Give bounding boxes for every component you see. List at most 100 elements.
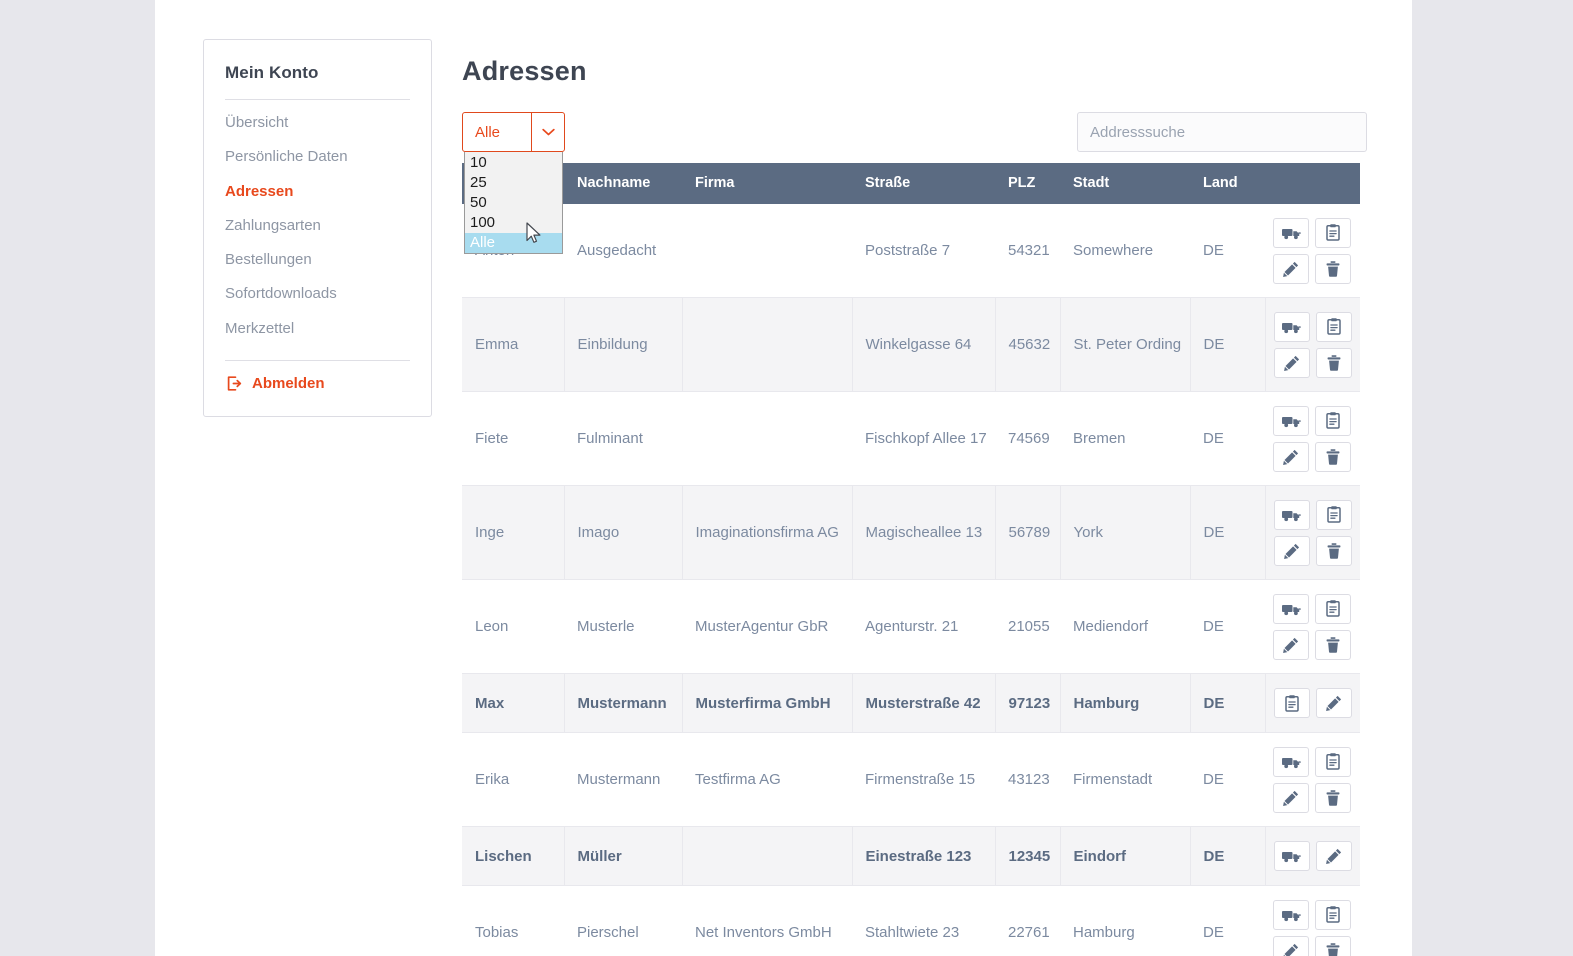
truck-button[interactable] [1273,593,1309,624]
clipboard-icon [1326,224,1340,241]
cell-plz: 22761 [995,885,1060,956]
per-page-option-10[interactable]: 10 [465,153,562,173]
cell-plz: 12345 [994,826,1060,886]
trash-button[interactable] [1315,253,1351,284]
sidebar-item-pers-nliche-daten[interactable]: Persönliche Daten [225,140,410,174]
row-action-buttons [1273,217,1351,284]
cell-nachname: Mustermann [563,673,682,733]
sidebar-item-zahlungsarten[interactable]: Zahlungsarten [225,209,410,243]
cell-strasse: Firmenstraße 15 [852,732,995,827]
cell-plz: 45632 [994,297,1060,392]
pencil-button[interactable] [1273,253,1309,284]
clipboard-icon [1326,318,1341,335]
row-action-buttons [1273,593,1351,660]
truck-button[interactable] [1273,405,1309,436]
cell-nachname: Einbildung [563,297,682,392]
trash-icon [1326,448,1340,465]
clipboard-button[interactable] [1315,217,1351,248]
truck-button[interactable] [1273,746,1309,777]
cell-vorname: Fiete [462,391,564,486]
sidebar-nav: Übersicht Persönliche Daten Adressen Zahlun… [225,106,410,346]
truck-icon [1281,908,1301,922]
main-content: Adressen Alle 10 25 50 100 Alle Addresss… [462,0,1367,956]
per-page-option-100[interactable]: 100 [465,213,562,233]
per-page-option-alle[interactable]: Alle [465,233,562,253]
per-page-select[interactable]: Alle [462,112,565,152]
page-canvas: Mein Konto Übersicht Persönliche Daten Adr… [0,0,1573,956]
truck-button[interactable] [1273,899,1309,930]
sidebar-item-merkzettel[interactable]: Merkzettel [225,312,410,346]
cell-strasse: Musterstraße 42 [851,673,995,733]
per-page-option-50[interactable]: 50 [465,193,562,213]
trash-button[interactable] [1315,347,1352,378]
clipboard-button[interactable] [1315,311,1352,342]
cell-nachname: Müller [563,826,682,886]
trash-icon [1327,354,1341,371]
trash-button[interactable] [1315,782,1351,813]
column-header-land: Land [1190,163,1265,204]
clipboard-icon [1326,412,1340,429]
cell-actions [1264,485,1360,580]
sidebar-item-bersicht[interactable]: Übersicht [225,106,410,140]
row-action-buttons [1273,688,1352,718]
cell-stadt: Hamburg [1060,885,1190,956]
table-row: Max Mustermann Musterfirma GmbH Musterstraß… [462,673,1360,733]
cell-nachname: Fulminant [564,391,682,486]
column-header-stadt: Stadt [1060,163,1190,204]
truck-button[interactable] [1273,841,1310,871]
trash-button[interactable] [1315,629,1351,660]
cell-plz: 43123 [995,732,1060,827]
truck-icon [1282,508,1301,522]
pencil-icon [1325,695,1342,711]
pencil-button[interactable] [1273,347,1310,378]
per-page-options-list[interactable]: 10 25 50 100 Alle [464,152,563,254]
sidebar-item-sofortdownloads[interactable]: Sofortdownloads [225,277,410,311]
truck-icon [1281,414,1301,428]
row-action-buttons [1273,746,1351,813]
address-search-input[interactable] [1077,112,1367,152]
cell-actions [1265,885,1360,956]
cell-vorname: Leon [462,579,564,674]
cell-strasse: Stahltwiete 23 [852,885,995,956]
per-page-option-25[interactable]: 25 [465,173,562,193]
sidebar-item-bestellungen[interactable]: Bestellungen [225,243,410,277]
address-table-header-row: VornameNachnameFirmaStraßePLZStadtLand [462,163,1360,204]
page-title: Adressen [462,56,587,86]
pencil-button[interactable] [1273,535,1310,566]
pencil-button[interactable] [1315,841,1352,871]
pencil-button[interactable] [1273,782,1309,813]
clipboard-button[interactable] [1315,405,1351,436]
clipboard-button[interactable] [1315,499,1352,530]
column-header-actions [1265,163,1360,204]
pencil-button[interactable] [1273,935,1309,956]
cell-land: DE [1189,485,1265,580]
pencil-button[interactable] [1273,441,1309,472]
sidebar-item-adressen[interactable]: Adressen [225,175,410,209]
clipboard-button[interactable] [1315,593,1351,624]
row-action-buttons [1273,311,1352,378]
pencil-button[interactable] [1315,688,1352,718]
trash-button[interactable] [1315,535,1352,566]
column-header-plz: PLZ [995,163,1060,204]
cell-land: DE [1190,579,1265,674]
clipboard-button[interactable] [1315,899,1351,930]
pencil-button[interactable] [1273,629,1309,660]
table-row: Inge Imago Imaginationsfirma AG Magischeall… [462,485,1360,580]
logout-button[interactable]: Abmelden [225,373,410,394]
truck-button[interactable] [1273,217,1309,248]
row-action-buttons [1273,899,1351,956]
trash-button[interactable] [1315,441,1351,472]
truck-button[interactable] [1273,311,1310,342]
cell-nachname: Pierschel [564,885,682,956]
cell-plz: 21055 [995,579,1060,674]
row-action-buttons [1273,499,1352,566]
trash-button[interactable] [1315,935,1351,956]
clipboard-button[interactable] [1273,688,1310,718]
pencil-icon [1325,848,1342,864]
trash-icon [1326,636,1340,653]
cell-nachname: Ausgedacht [564,204,682,298]
truck-icon [1281,226,1301,240]
clipboard-button[interactable] [1315,746,1351,777]
cell-actions [1264,673,1360,733]
truck-button[interactable] [1273,499,1310,530]
